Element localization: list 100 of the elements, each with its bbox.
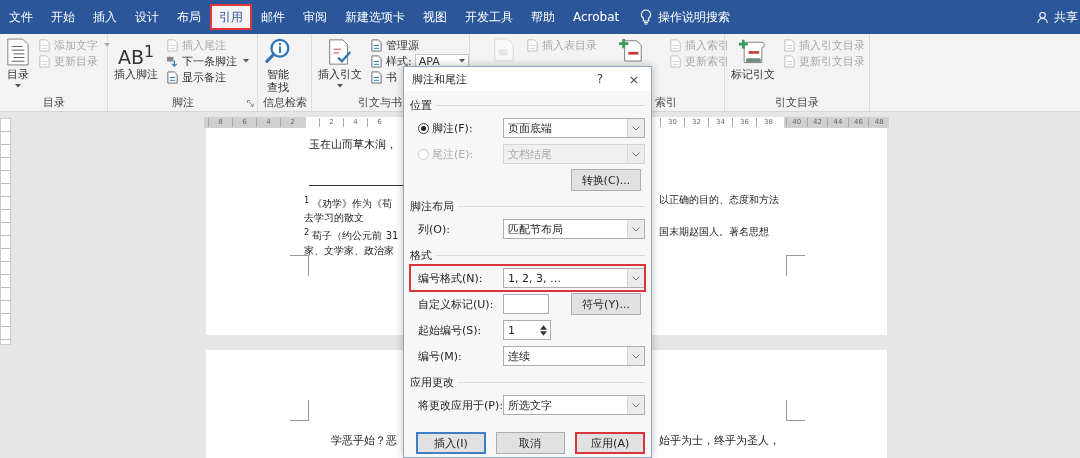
field-label: 列(O): <box>418 221 451 237</box>
footnote-text: $^{1}$ 《劝学》作为《荀 <box>304 194 394 212</box>
document-icon <box>669 38 682 52</box>
dropdown[interactable]: 匹配节布局 <box>503 219 645 239</box>
ribbon-tab[interactable]: 新建选项卡 <box>336 4 414 30</box>
ribbon-tab[interactable]: 开始 <box>42 4 84 30</box>
dialog-button[interactable]: 应用(A) <box>575 432 645 454</box>
share-button[interactable]: 共享 <box>1037 8 1080 26</box>
dropdown[interactable]: 页面底端 <box>503 118 645 138</box>
footnote-text: 家、文学家、政治家 <box>304 243 395 258</box>
dropdown[interactable]: 1, 2, 3, … <box>503 268 645 288</box>
corner-mark <box>786 400 805 421</box>
magnifier-icon <box>264 38 292 66</box>
group-label: 目录 <box>42 95 65 110</box>
section-heading: 格式 <box>410 247 432 263</box>
ribbon-button[interactable]: 管理源 <box>368 37 421 53</box>
ribbon-button[interactable]: 智能查找 <box>262 36 294 96</box>
caret-icon <box>632 275 640 281</box>
body-text: 玉在山而草木润， <box>309 138 398 152</box>
caret-icon <box>632 402 640 408</box>
tell-me-search[interactable]: 操作说明搜索 <box>640 8 731 26</box>
footnote-text: 国末期赵国人。著名思想 <box>659 225 769 240</box>
document-plus-icon <box>619 38 645 62</box>
scroll-plus-icon <box>738 38 768 66</box>
document-icon <box>370 54 383 68</box>
ribbon-button[interactable]: 插入引文 <box>316 36 364 90</box>
ribbon-tab[interactable]: 视图 <box>414 4 456 30</box>
ribbon-button[interactable]: 目录 <box>4 36 32 90</box>
up-arrow-icon[interactable] <box>540 324 547 330</box>
ribbon-button[interactable]: 书 <box>368 69 399 85</box>
document-icon <box>370 38 383 52</box>
ribbon-tab[interactable]: 引用 <box>210 4 252 30</box>
symbol-button[interactable]: 符号(Y)... <box>571 293 641 315</box>
dialog-button[interactable]: 插入(I) <box>416 432 486 454</box>
arrow-icon <box>166 54 179 68</box>
close-button[interactable]: × <box>617 71 651 87</box>
document-icon <box>166 70 179 84</box>
field-label: 尾注(E): <box>432 146 474 162</box>
document-icon <box>526 38 539 52</box>
document-icon <box>783 38 796 52</box>
dialog-button[interactable]: 取消 <box>495 432 566 454</box>
group-label: 引文目录 <box>775 95 819 110</box>
ribbon-tab[interactable]: 邮件 <box>252 4 294 30</box>
field-label: 脚注(F): <box>432 120 473 136</box>
section-heading: 脚注布局 <box>410 198 454 214</box>
ribbon-tab[interactable]: 布局 <box>168 4 210 30</box>
ribbon-button[interactable]: 下一条脚注 <box>164 53 251 69</box>
caret-icon <box>632 353 640 359</box>
lightbulb-icon <box>640 9 653 25</box>
ribbon-tab[interactable]: 开发工具 <box>456 4 522 30</box>
help-button[interactable]: ? <box>583 72 617 86</box>
ribbon-button[interactable]: AB$^{1}$ 插入脚注 <box>112 36 160 83</box>
group-label: 信息检索 <box>262 95 307 110</box>
group-label: 索引 <box>654 95 677 110</box>
field-label: 编号格式(N): <box>418 270 484 286</box>
field-label: 将更改应用于(P): <box>418 397 503 413</box>
dialog-title: 脚注和尾注 <box>412 71 468 87</box>
corner-mark <box>290 400 309 421</box>
style-label: 样式: <box>386 53 412 69</box>
ribbon-button[interactable]: 显示备注 <box>164 69 228 85</box>
ribbon-tab[interactable]: 文件 <box>0 4 42 30</box>
down-arrow-icon[interactable] <box>540 330 547 336</box>
caret-icon <box>632 125 640 131</box>
document-icon <box>38 38 51 52</box>
document-icon <box>6 38 30 66</box>
section-heading: 应用更改 <box>410 374 454 390</box>
corner-mark <box>290 255 309 276</box>
radio-button[interactable] <box>418 122 429 134</box>
ribbon-tab[interactable]: 审阅 <box>294 4 336 30</box>
ribbon-tab[interactable]: 设计 <box>126 4 168 30</box>
dropdown[interactable]: 所选文字 <box>503 395 645 415</box>
footnote-text: 去学习的散文 <box>304 211 365 226</box>
caret-icon <box>632 151 640 157</box>
dialog-launcher-icon[interactable] <box>247 100 254 107</box>
body-text: 始乎为士，终乎为圣人， <box>659 434 780 448</box>
document-icon <box>669 54 682 68</box>
document-icon <box>783 54 796 68</box>
group-label: 脚注 <box>171 95 194 110</box>
document-check-icon <box>326 38 354 66</box>
field-label: 自定义标记(U): <box>418 296 495 312</box>
caret-icon <box>632 226 640 232</box>
footnote-text: 以正确的目的、态度和方法 <box>659 193 779 207</box>
ab-symbol: AB$^{1}$ <box>117 41 155 66</box>
field-label: 起始编号(S): <box>418 322 483 338</box>
ribbon-tab[interactable]: 帮助 <box>522 4 564 30</box>
document-icon <box>492 38 516 62</box>
ribbon-button[interactable]: 标记引文 <box>729 36 777 83</box>
input-field[interactable] <box>503 294 549 314</box>
ribbon-tab[interactable]: Acrobat <box>564 4 629 30</box>
corner-mark <box>786 255 805 276</box>
footnote-text: $^{2}$ 荀子（约公元前 31 <box>304 226 400 244</box>
convert-button[interactable]: 转换(C)... <box>571 169 641 191</box>
section-heading: 位置 <box>410 97 432 113</box>
dropdown[interactable]: 连续 <box>503 346 645 366</box>
document-icon <box>38 54 51 68</box>
ribbon-tab[interactable]: 插入 <box>84 4 126 30</box>
field-label: 编号(M): <box>418 348 463 364</box>
spinner-field[interactable]: 1 <box>503 320 551 340</box>
group-label: 引文与书 <box>358 95 402 110</box>
document-icon <box>166 38 179 52</box>
